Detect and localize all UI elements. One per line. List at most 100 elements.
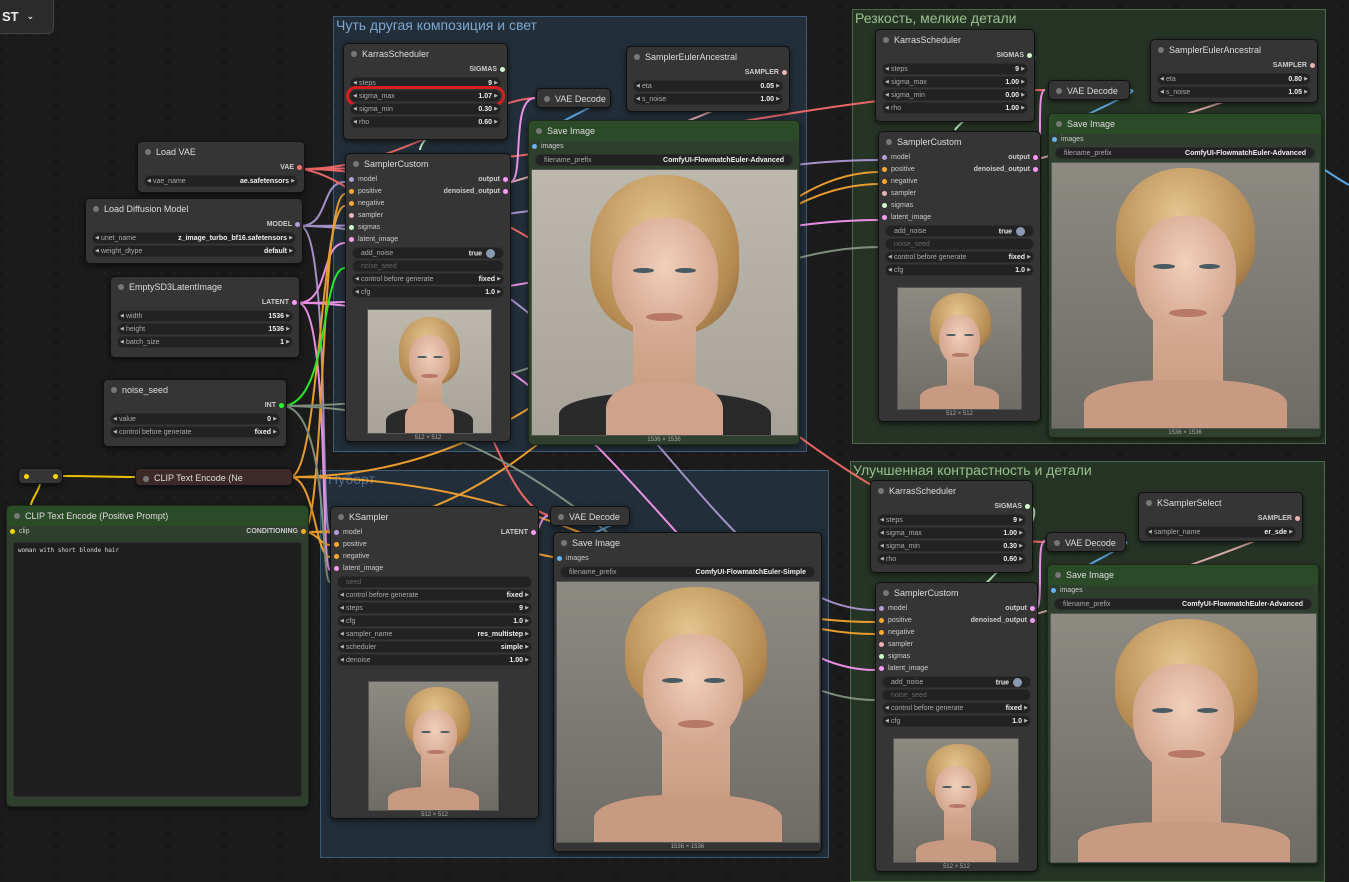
filename-prefix-input[interactable]: filename_prefix ComfyUI-FlowmatchEuler-Ad… bbox=[1055, 147, 1315, 159]
control-before-generate-select[interactable]: control before generatefixed bbox=[885, 251, 1034, 263]
add-noise-toggle[interactable]: add_noise true bbox=[885, 225, 1034, 237]
negative-input[interactable]: negative bbox=[331, 551, 538, 563]
weight-dtype-select[interactable]: weight_dtypedefault bbox=[92, 245, 296, 257]
sampler-custom-node[interactable]: SamplerCustom model output positive denois… bbox=[345, 153, 511, 442]
cfg-input[interactable]: cfg1.0 bbox=[352, 286, 504, 298]
reroute-output[interactable] bbox=[53, 474, 58, 479]
load-vae-node[interactable]: Load VAE VAE vae_nameae.safetensors bbox=[137, 141, 305, 193]
sampler-output[interactable]: SAMPLER bbox=[1151, 60, 1317, 72]
sigmas-output[interactable]: SIGMAS bbox=[871, 501, 1032, 513]
workflow-menu-button[interactable]: ST ⌄ bbox=[0, 0, 54, 34]
sigma-max-input[interactable]: sigma_max1.00 bbox=[882, 76, 1028, 88]
model-input[interactable]: model bbox=[879, 152, 910, 164]
images-input[interactable]: images bbox=[1049, 134, 1321, 146]
sigma-max-input[interactable]: sigma_max1.07 bbox=[346, 86, 505, 106]
steps-input[interactable]: steps9 bbox=[882, 63, 1028, 75]
sampler-output[interactable]: SAMPLER bbox=[627, 67, 789, 79]
save-image-node[interactable]: Save Image images filename_prefix ComfyUI… bbox=[1048, 113, 1322, 438]
latent-image-input[interactable]: latent_image bbox=[876, 663, 1037, 675]
int-output[interactable]: INT bbox=[104, 400, 286, 412]
karras-scheduler-node[interactable]: KarrasScheduler SIGMAS steps9 sigma_max1… bbox=[870, 480, 1033, 573]
positive-input[interactable]: positive bbox=[879, 164, 915, 176]
reroute-node[interactable] bbox=[18, 468, 63, 484]
latent-output[interactable]: LATENT bbox=[501, 527, 538, 539]
steps-input[interactable]: steps9 bbox=[877, 514, 1026, 526]
denoise-input[interactable]: denoise1.00 bbox=[337, 654, 532, 666]
rho-input[interactable]: rho0.60 bbox=[877, 553, 1026, 565]
noise-seed-input[interactable]: noise_seed bbox=[352, 260, 504, 272]
control-before-generate-select[interactable]: control before generatefixed bbox=[110, 426, 280, 438]
add-noise-toggle[interactable]: add_noise true bbox=[352, 247, 504, 259]
sampler-input[interactable]: sampler bbox=[876, 639, 1037, 651]
reroute-input[interactable] bbox=[24, 474, 29, 479]
negative-input[interactable]: negative bbox=[876, 627, 1037, 639]
rho-input[interactable]: rho1.00 bbox=[882, 102, 1028, 114]
filename-prefix-input[interactable]: filename_prefix ComfyUI-FlowmatchEuler-Ad… bbox=[1054, 598, 1312, 610]
sigmas-input[interactable]: sigmas bbox=[879, 200, 1040, 212]
cfg-input[interactable]: cfg1.0 bbox=[882, 715, 1031, 727]
images-input[interactable]: images bbox=[529, 141, 799, 153]
vae-decode-node[interactable]: VAE Decode bbox=[1048, 80, 1130, 100]
rho-input[interactable]: rho0.60 bbox=[350, 116, 501, 128]
save-image-node[interactable]: Save Image images filename_prefix ComfyUI… bbox=[528, 120, 800, 445]
sampler-euler-ancestral-node[interactable]: SamplerEulerAncestral SAMPLER eta0.05 s_… bbox=[626, 46, 790, 112]
height-input[interactable]: height1536 bbox=[117, 323, 293, 335]
batch-size-input[interactable]: batch_size1 bbox=[117, 336, 293, 348]
clip-input[interactable]: clip bbox=[7, 526, 30, 538]
ksampler-select-node[interactable]: KSamplerSelect SAMPLER sampler_nameer_sd… bbox=[1138, 492, 1303, 542]
noise-seed-node[interactable]: noise_seed INT value0 control before gen… bbox=[103, 379, 287, 447]
ksampler-node[interactable]: KSampler model LATENT positive negative l… bbox=[330, 506, 539, 819]
s-noise-input[interactable]: s_noise1.00 bbox=[633, 93, 783, 105]
width-input[interactable]: width1536 bbox=[117, 310, 293, 322]
control-before-generate-select[interactable]: control before generatefixed bbox=[337, 589, 532, 601]
positive-input[interactable]: positive bbox=[331, 539, 538, 551]
output-output[interactable]: output bbox=[1005, 603, 1037, 615]
eta-input[interactable]: eta0.05 bbox=[633, 80, 783, 92]
sigmas-input[interactable]: sigmas bbox=[346, 222, 510, 234]
denoised-output[interactable]: denoised_output bbox=[971, 615, 1037, 627]
denoised-output[interactable]: denoised_output bbox=[974, 164, 1040, 176]
load-diffusion-model-node[interactable]: Load Diffusion Model MODEL unet_namez_im… bbox=[85, 198, 303, 264]
sampler-custom-node[interactable]: SamplerCustom model output positive denois… bbox=[875, 582, 1038, 872]
sampler-name-select[interactable]: sampler_nameer_sde bbox=[1145, 526, 1296, 538]
sigmas-input[interactable]: sigmas bbox=[876, 651, 1037, 663]
karras-scheduler-node[interactable]: KarrasScheduler SIGMAS steps9 sigma_max1… bbox=[343, 43, 508, 140]
cfg-input[interactable]: cfg1.0 bbox=[885, 264, 1034, 276]
vae-decode-node[interactable]: VAE Decode bbox=[536, 88, 611, 108]
latent-output[interactable]: LATENT bbox=[111, 297, 299, 309]
model-input[interactable]: model bbox=[876, 603, 907, 615]
karras-scheduler-node[interactable]: KarrasScheduler SIGMAS steps9 sigma_max1… bbox=[875, 29, 1035, 122]
add-noise-toggle[interactable]: add_noise true bbox=[882, 676, 1031, 688]
save-image-node[interactable]: Save Image images filename_prefix ComfyUI… bbox=[1047, 564, 1319, 864]
latent-image-input[interactable]: latent_image bbox=[331, 563, 538, 575]
steps-input[interactable]: steps9 bbox=[337, 602, 532, 614]
scheduler-select[interactable]: schedulersimple bbox=[337, 641, 532, 653]
sigma-min-input[interactable]: sigma_min0.30 bbox=[877, 540, 1026, 552]
positive-input[interactable]: positive bbox=[346, 186, 382, 198]
conditioning-output[interactable]: CONDITIONING bbox=[246, 526, 308, 538]
control-before-generate-select[interactable]: control before generatefixed bbox=[882, 702, 1031, 714]
sampler-input[interactable]: sampler bbox=[346, 210, 510, 222]
sigma-max-input[interactable]: sigma_max1.00 bbox=[877, 527, 1026, 539]
steps-input[interactable]: steps9 bbox=[350, 77, 501, 89]
noise-seed-input[interactable]: noise_seed bbox=[882, 689, 1031, 701]
seed-input[interactable]: seed bbox=[337, 576, 532, 588]
sampler-custom-node[interactable]: SamplerCustom model output positive denois… bbox=[878, 131, 1041, 422]
vae-decode-node[interactable]: VAE Decode bbox=[1046, 532, 1126, 552]
sampler-input[interactable]: sampler bbox=[879, 188, 1040, 200]
latent-image-input[interactable]: latent_image bbox=[346, 234, 510, 246]
save-image-node[interactable]: Save Image images filename_prefix ComfyUI… bbox=[553, 532, 822, 852]
model-input[interactable]: model bbox=[346, 174, 377, 186]
model-input[interactable]: model bbox=[331, 527, 362, 539]
sampler-output[interactable]: SAMPLER bbox=[1139, 513, 1302, 525]
control-before-generate-select[interactable]: control before generatefixed bbox=[352, 273, 504, 285]
vae-name-select[interactable]: vae_nameae.safetensors bbox=[144, 175, 298, 187]
images-input[interactable]: images bbox=[1048, 585, 1318, 597]
clip-text-encode-negative-node[interactable]: CLIP Text Encode (Ne bbox=[135, 468, 293, 486]
sigma-min-input[interactable]: sigma_min0.30 bbox=[350, 103, 501, 115]
prompt-textarea[interactable]: woman with short blonde hair bbox=[13, 542, 302, 797]
vae-output[interactable]: VAE bbox=[138, 162, 304, 174]
vae-decode-node[interactable]: VAE Decode bbox=[550, 506, 630, 526]
model-output[interactable]: MODEL bbox=[86, 219, 302, 231]
eta-input[interactable]: eta0.80 bbox=[1157, 73, 1311, 85]
